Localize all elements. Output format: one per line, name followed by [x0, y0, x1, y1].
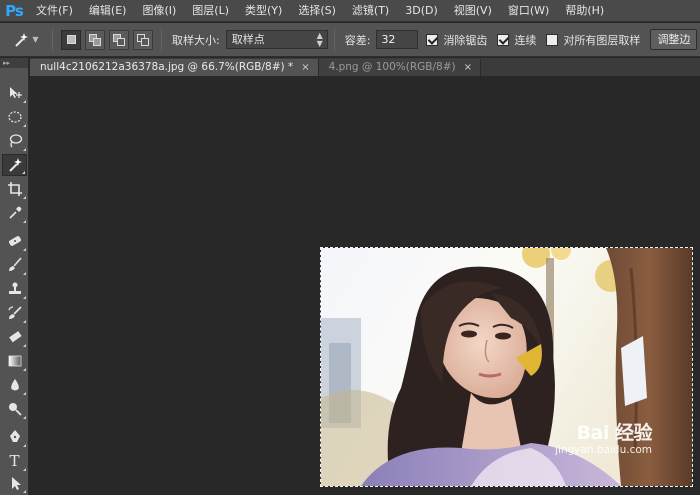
contiguous-option[interactable]: 连续 [497, 32, 536, 48]
toolbox: ▸▸ T [0, 58, 29, 495]
move-icon [9, 87, 22, 98]
menu-bar: Ps 文件(F) 编辑(E) 图像(I) 图层(L) 类型(Y) 选择(S) 滤… [0, 0, 700, 22]
add-to-selection-button[interactable] [85, 29, 105, 50]
dodge-tool[interactable] [2, 398, 27, 420]
magic-wand-tool[interactable] [2, 154, 27, 176]
divider [333, 28, 335, 51]
chevron-down-icon: ▼ [32, 35, 39, 44]
magic-wand-icon [8, 158, 22, 172]
marquee-tool[interactable] [2, 106, 27, 128]
document-canvas[interactable]: Bai 经验 jingyan.baidu.com [321, 248, 692, 486]
menu-edit[interactable]: 编辑(E) [81, 0, 135, 22]
blur-tool[interactable] [2, 374, 27, 396]
menu-select[interactable]: 选择(S) [290, 0, 344, 22]
intersect-selection-button[interactable] [133, 29, 153, 50]
antialias-label: 消除锯齿 [443, 33, 488, 47]
menu-filter[interactable]: 滤镜(T) [344, 0, 397, 22]
ellipse-marquee-icon [7, 111, 22, 123]
document-tab-bar: null4c2106212a36378a.jpg @ 66.7%(RGB/8#)… [30, 58, 700, 76]
add-selection-icon [89, 33, 101, 46]
close-icon[interactable]: × [301, 59, 309, 76]
divider [52, 28, 53, 51]
antialias-checkbox[interactable] [426, 33, 439, 46]
all-layers-label: 对所有图层取样 [563, 33, 641, 47]
eraser-tool[interactable] [2, 326, 27, 348]
history-brush-tool[interactable] [2, 302, 27, 324]
pen-icon [9, 430, 20, 442]
all-layers-checkbox[interactable] [546, 33, 559, 46]
menu-3d[interactable]: 3D(D) [397, 0, 446, 22]
intersect-selection-icon [137, 33, 149, 46]
history-brush-icon [7, 306, 22, 319]
healing-brush-icon [8, 236, 21, 246]
watermark-url: jingyan.baidu.com [555, 444, 652, 456]
type-icon: T [9, 452, 20, 470]
eraser-icon [8, 331, 22, 343]
refine-edge-button[interactable]: 调整边 [650, 29, 698, 50]
menu-type[interactable]: 类型(Y) [237, 0, 290, 22]
brush-tool[interactable] [2, 254, 27, 276]
crop-tool[interactable] [2, 178, 27, 200]
menu-layer[interactable]: 图层(L) [184, 0, 237, 22]
clone-stamp-icon [8, 282, 21, 294]
options-bar: ▼ 取样大小: 取样点 ▲ ▼ 容差: 32 消除锯齿 连续 对所有图层取样 调整… [0, 23, 700, 57]
eyedropper-icon [8, 206, 21, 219]
tab-document-1[interactable]: null4c2106212a36378a.jpg @ 66.7%(RGB/8#)… [30, 59, 319, 76]
menu-image[interactable]: 图像(I) [134, 0, 184, 22]
tab-document-2-label: 4.png @ 100%(RGB/8#) [328, 61, 456, 73]
move-tool[interactable] [2, 82, 27, 104]
menu-file[interactable]: 文件(F) [28, 0, 81, 22]
divider [161, 28, 162, 51]
stamp-tool[interactable] [2, 278, 27, 300]
menu-help[interactable]: 帮助(H) [557, 0, 612, 22]
lasso-icon [9, 134, 22, 148]
contiguous-label: 连续 [514, 33, 537, 47]
close-icon[interactable]: × [464, 59, 472, 76]
blur-drop-icon [10, 379, 19, 391]
new-selection-button[interactable] [61, 29, 81, 50]
canvas-workspace[interactable]: Bai 经验 jingyan.baidu.com [30, 76, 700, 495]
all-layers-option[interactable]: 对所有图层取样 [546, 32, 640, 48]
type-tool[interactable]: T [2, 450, 27, 472]
tab-document-2[interactable]: 4.png @ 100%(RGB/8#) × [318, 59, 482, 76]
dodge-icon [8, 403, 22, 416]
tolerance-label: 容差: [344, 33, 371, 47]
crop-icon [7, 182, 22, 196]
lasso-tool[interactable] [2, 130, 27, 152]
path-select-icon [11, 477, 21, 490]
gradient-tool[interactable] [2, 350, 27, 372]
antialias-option[interactable]: 消除锯齿 [426, 32, 487, 48]
healing-tool[interactable] [2, 230, 27, 252]
sample-size-label: 取样大小: [172, 33, 220, 47]
baidu-jingyan-logo: Bai 经验 [576, 422, 653, 444]
subtract-from-selection-button[interactable] [109, 29, 129, 50]
path-select-tool[interactable] [2, 472, 27, 494]
gradient-icon [8, 355, 21, 367]
pen-tool[interactable] [2, 426, 27, 448]
magic-wand-icon [15, 32, 29, 47]
sample-size-select[interactable]: 取样点 ▲ ▼ [225, 30, 328, 49]
toolbox-collapse-icon[interactable]: ▸▸ [0, 58, 28, 68]
tab-document-1-label: null4c2106212a36378a.jpg @ 66.7%(RGB/8#)… [40, 61, 294, 73]
tool-preset-picker[interactable]: ▼ [6, 27, 46, 53]
watermark: Bai 经验 jingyan.baidu.com [555, 418, 652, 456]
photoshop-logo: Ps [5, 1, 24, 20]
brush-icon [8, 257, 22, 271]
eyedropper-tool[interactable] [2, 202, 27, 224]
menu-view[interactable]: 视图(V) [446, 0, 500, 22]
contiguous-checkbox[interactable] [497, 33, 510, 46]
menu-window[interactable]: 窗口(W) [500, 0, 557, 22]
tolerance-input[interactable]: 32 [376, 30, 419, 49]
new-selection-icon [66, 35, 76, 44]
subtract-selection-icon [113, 33, 125, 46]
select-arrows-icon: ▲ ▼ [316, 31, 323, 48]
sample-size-value: 取样点 [231, 33, 265, 46]
